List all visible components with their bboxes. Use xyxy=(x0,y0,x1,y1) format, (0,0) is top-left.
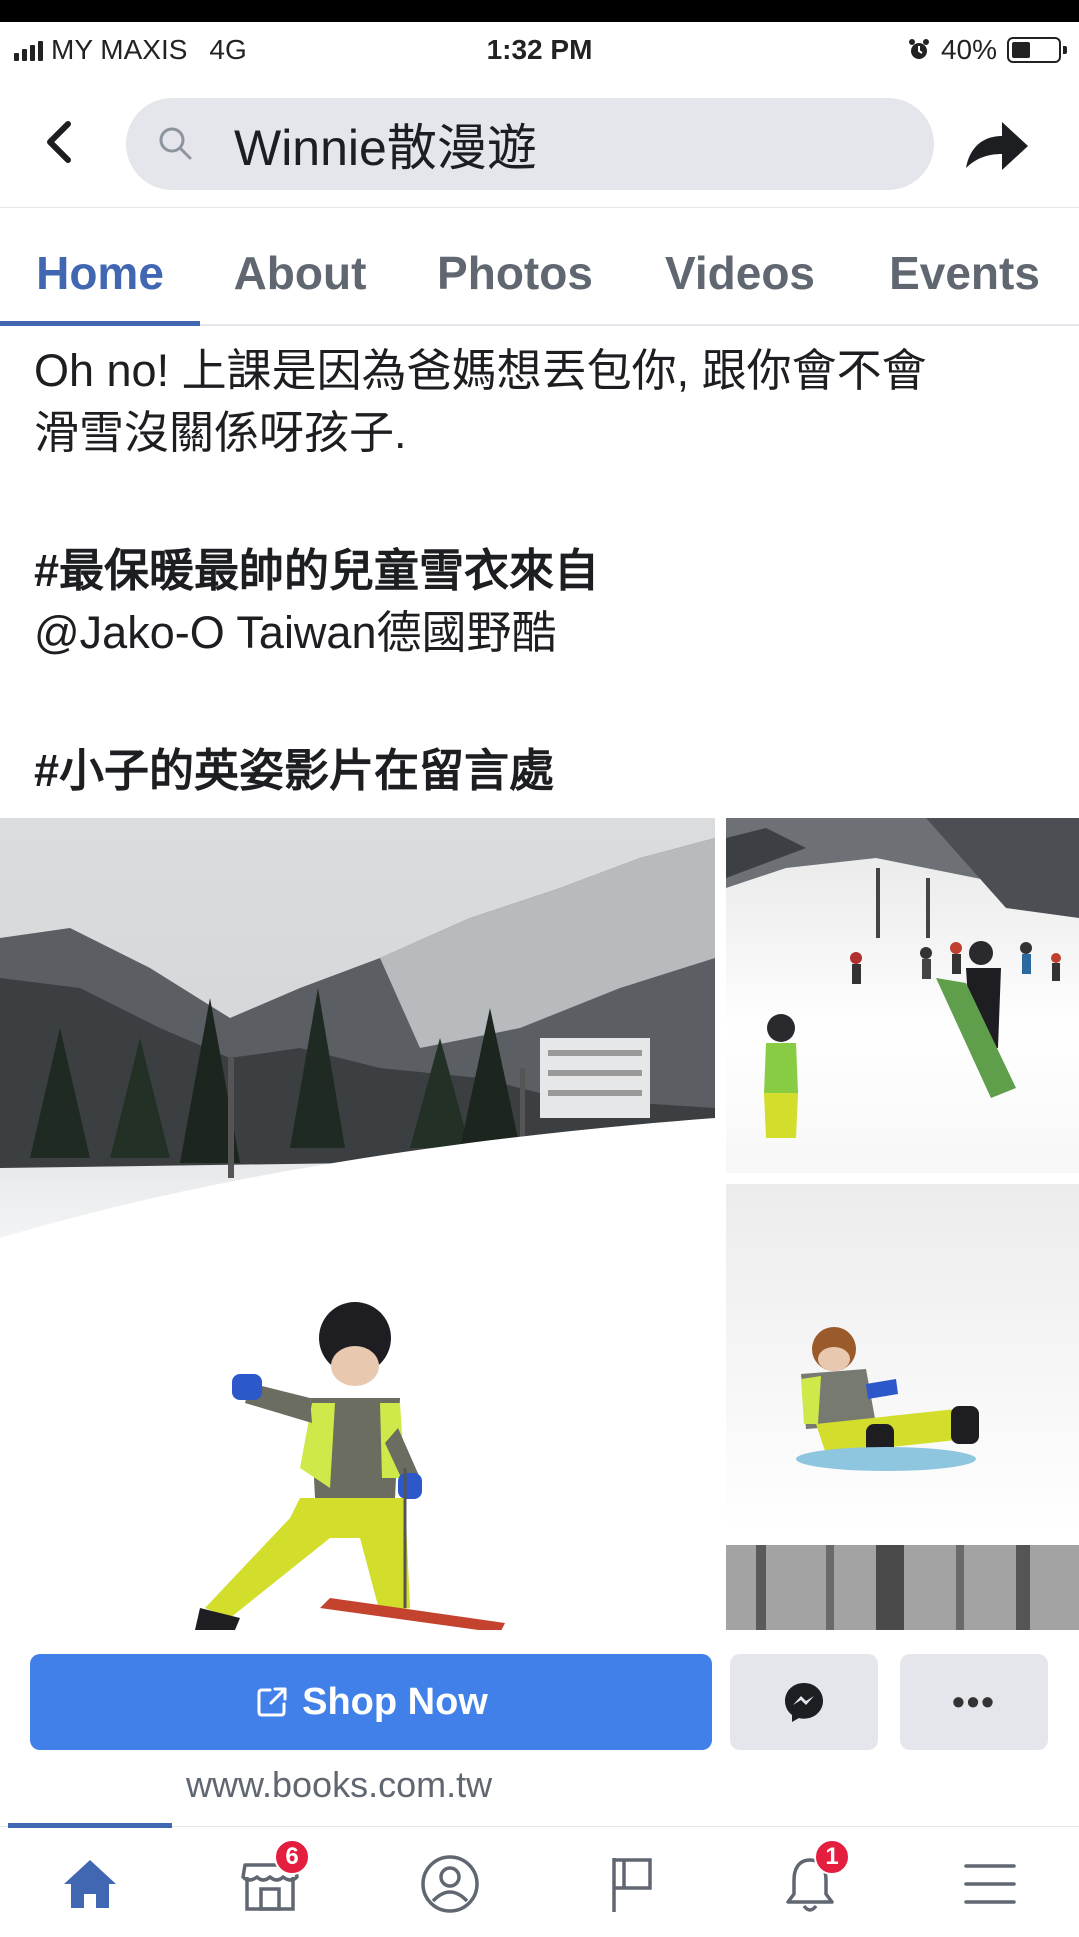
nav-profile[interactable] xyxy=(410,1851,490,1917)
external-link-icon xyxy=(257,1687,287,1717)
search-icon xyxy=(159,127,192,160)
alarm-icon xyxy=(908,39,929,59)
shop-now-label: Shop Now xyxy=(302,1680,488,1723)
website-url[interactable]: www.books.com.tw xyxy=(186,1764,492,1806)
post-message: Oh no! 上課是因為爸媽想丟包你, 跟你會不會 滑雪沒關係呀孩子. xyxy=(34,345,927,458)
photo-ski-slope-image xyxy=(726,818,1079,1138)
nav-notifications[interactable]: 1 xyxy=(770,1839,850,1917)
battery-fill xyxy=(1012,42,1030,58)
shop-now-button[interactable]: Shop Now xyxy=(30,1654,712,1750)
bottom-nav: 6 1 xyxy=(0,1823,1079,1937)
nav-menu[interactable] xyxy=(950,1851,1030,1917)
battery-percent: 40% xyxy=(940,34,997,65)
battery-icon xyxy=(1007,37,1067,63)
post-text: Oh no! 上課是因為爸媽想丟包你, 跟你會不會 滑雪沒關係呀孩子. #最保暖… xyxy=(34,340,1044,802)
chevron-left-icon xyxy=(47,121,71,163)
active-tab-indicator xyxy=(8,1823,172,1828)
flag-icon xyxy=(612,1858,652,1912)
tab-about[interactable]: About xyxy=(200,210,400,324)
search-header: Winnie散漫遊 xyxy=(0,78,1079,208)
status-bar: MY MAXIS 4G 1:32 PM 40% xyxy=(0,22,1079,78)
photo-child-sledding[interactable] xyxy=(726,1184,1079,1534)
mention-link[interactable]: @Jako-O Taiwan德國野酷 xyxy=(34,602,1044,664)
marketplace-badge: 6 xyxy=(274,1839,310,1875)
nav-home[interactable] xyxy=(50,1851,130,1917)
hamburger-menu-icon xyxy=(964,1864,1016,1904)
tab-photos[interactable]: Photos xyxy=(400,210,630,324)
photo-ski-slope[interactable] xyxy=(726,818,1079,1173)
profile-icon xyxy=(421,1855,479,1913)
nav-pages[interactable] xyxy=(590,1851,670,1917)
share-button[interactable] xyxy=(960,116,1032,176)
share-arrow-icon xyxy=(966,122,1028,170)
nav-marketplace[interactable]: 6 xyxy=(230,1839,310,1917)
photo-child-skiing-image xyxy=(0,838,715,1630)
search-box[interactable]: Winnie散漫遊 xyxy=(126,98,934,190)
hashtag-link[interactable]: #最保暖最帥的兒童雪衣來自 xyxy=(34,540,1044,602)
hashtag-link[interactable]: #小子的英姿影片在留言處 xyxy=(34,740,1044,802)
back-button[interactable] xyxy=(34,114,84,170)
photo-grid xyxy=(0,818,1079,1630)
action-bar: Shop Now ••• www.books.com.tw xyxy=(0,1632,1079,1812)
status-right: 40% xyxy=(907,34,1067,66)
home-icon xyxy=(64,1860,116,1908)
photo-child-sledding-image xyxy=(796,1327,979,1471)
messenger-icon xyxy=(785,1683,823,1722)
tab-events[interactable]: Events xyxy=(850,210,1079,324)
page-tabs: Home About Photos Videos Events xyxy=(0,210,1079,326)
tab-videos[interactable]: Videos xyxy=(630,210,850,324)
photo-child-skiing[interactable] xyxy=(0,818,715,1630)
more-options-button[interactable]: ••• xyxy=(900,1654,1048,1750)
tab-home[interactable]: Home xyxy=(0,210,200,326)
photo-snowy-forest-image xyxy=(726,1545,1079,1630)
top-bezel xyxy=(0,0,1079,22)
notifications-badge: 1 xyxy=(814,1839,850,1875)
messenger-button[interactable] xyxy=(730,1654,878,1750)
photo-snowy-forest[interactable] xyxy=(726,1545,1079,1630)
search-text: Winnie散漫遊 xyxy=(234,120,537,176)
